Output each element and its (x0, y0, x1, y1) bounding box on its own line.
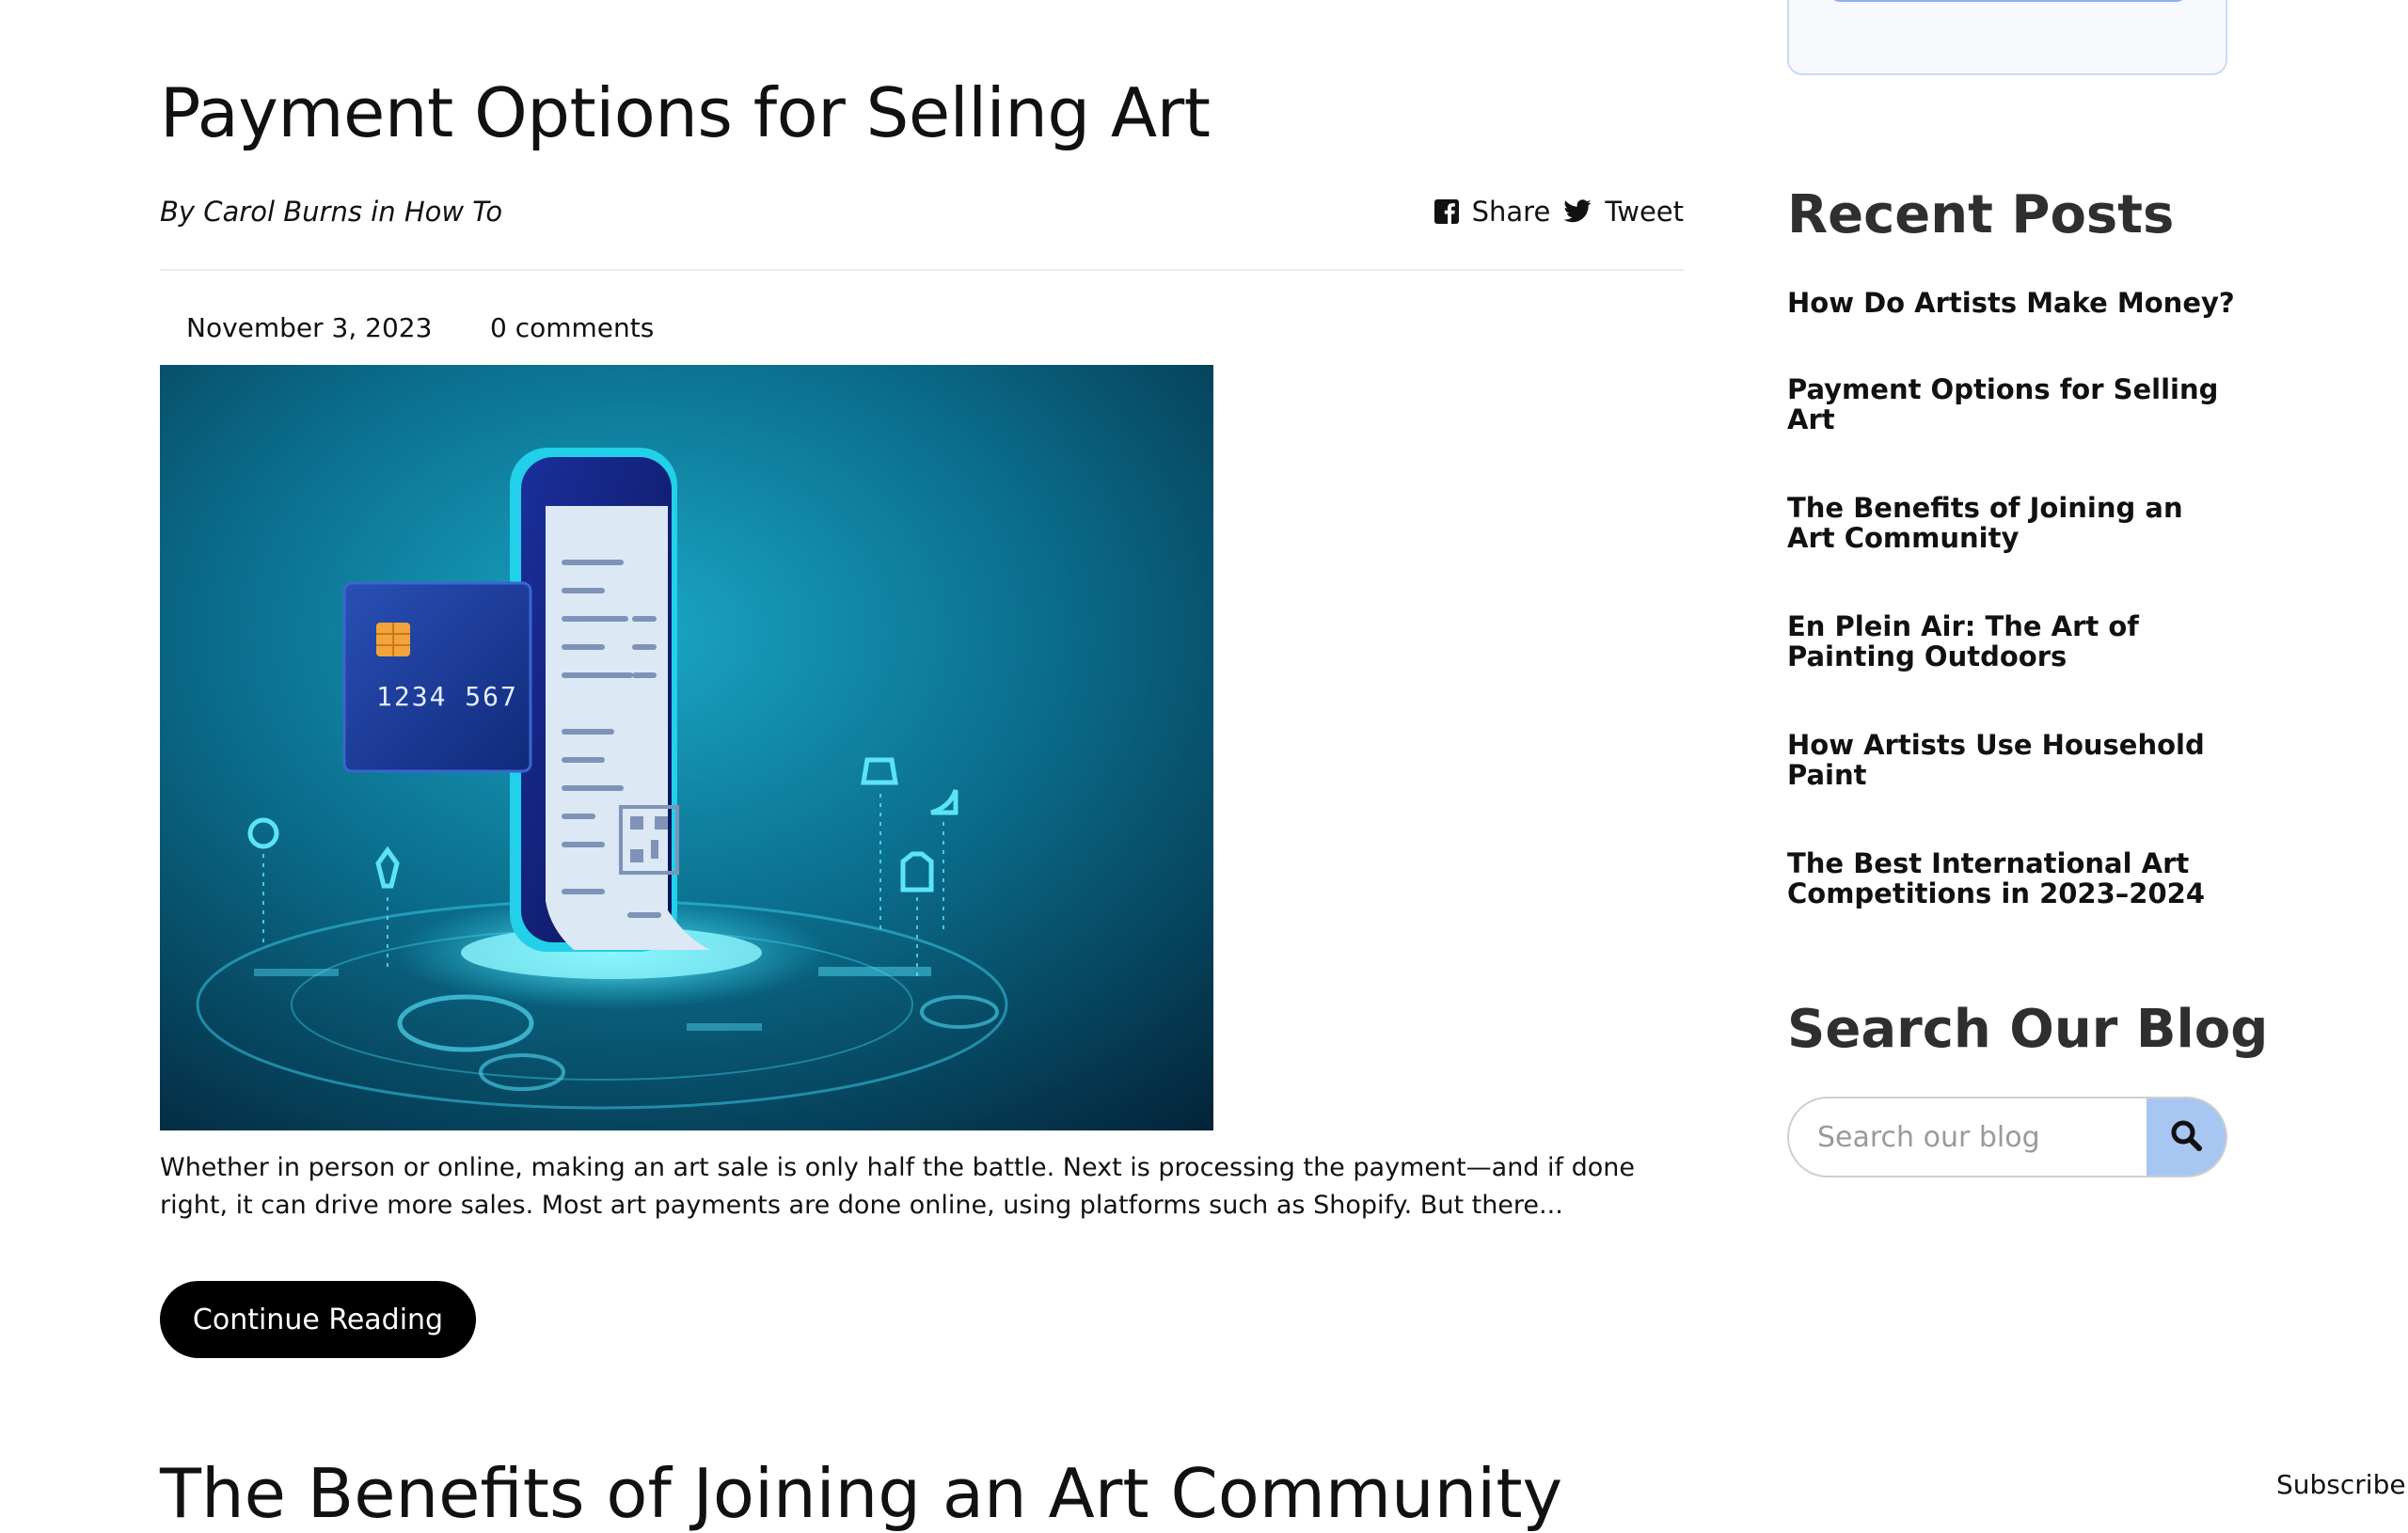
post-excerpt: Whether in person or online, making an a… (160, 1153, 1636, 1220)
continue-reading-button[interactable]: Continue Reading (160, 1281, 476, 1358)
recent-post-link[interactable]: En Plein Air: The Art of Painting Outdoo… (1787, 611, 2239, 672)
category-link[interactable]: How To (404, 196, 502, 228)
recent-posts-heading: Recent Posts (1787, 184, 2175, 245)
twitter-icon (1563, 199, 1592, 224)
byline-prefix: By (160, 196, 196, 228)
sidebar-top-widget (1787, 0, 2227, 75)
post-byline: By Carol Burns in How To (160, 196, 502, 228)
search-icon (2170, 1119, 2202, 1155)
social-share: Share Tweet (1434, 196, 1684, 228)
recent-posts-list: How Do Artists Make Money? Payment Optio… (1787, 288, 2239, 967)
subscribe-link[interactable]: Subscribe! (2276, 1469, 2408, 1500)
post-comments-count[interactable]: 0 comments (490, 312, 654, 343)
search-blog-heading: Search Our Blog (1787, 999, 2269, 1060)
byline-divider (160, 269, 1684, 271)
card-number-text: 1234 567 (376, 681, 518, 712)
search-input[interactable] (1787, 1097, 2148, 1177)
author-link[interactable]: Carol Burns (203, 196, 362, 228)
post-date: November 3, 2023 (186, 312, 433, 343)
tweet-label: Tweet (1605, 196, 1684, 228)
byline-in: in (371, 196, 396, 228)
share-label: Share (1471, 196, 1551, 228)
recent-post-link[interactable]: How Artists Use Household Paint (1787, 730, 2239, 790)
recent-post-link[interactable]: How Do Artists Make Money? (1787, 288, 2239, 318)
recent-post-link[interactable]: Payment Options for Selling Art (1787, 374, 2239, 435)
facebook-icon (1434, 199, 1459, 224)
post-title[interactable]: Payment Options for Selling Art (160, 73, 1211, 152)
blog-search-form (1787, 1097, 2227, 1177)
share-button[interactable]: Share (1434, 196, 1551, 228)
post-featured-image[interactable]: 1234 567 (160, 365, 1213, 1130)
tweet-button[interactable]: Tweet (1563, 196, 1684, 228)
sidebar-top-widget-field[interactable] (1830, 0, 2187, 2)
search-button[interactable] (2147, 1097, 2227, 1177)
next-post-title[interactable]: The Benefits of Joining an Art Community (160, 1454, 1562, 1533)
recent-post-link[interactable]: The Best International Art Competitions … (1787, 848, 2239, 909)
recent-post-link[interactable]: The Benefits of Joining an Art Community (1787, 493, 2239, 553)
